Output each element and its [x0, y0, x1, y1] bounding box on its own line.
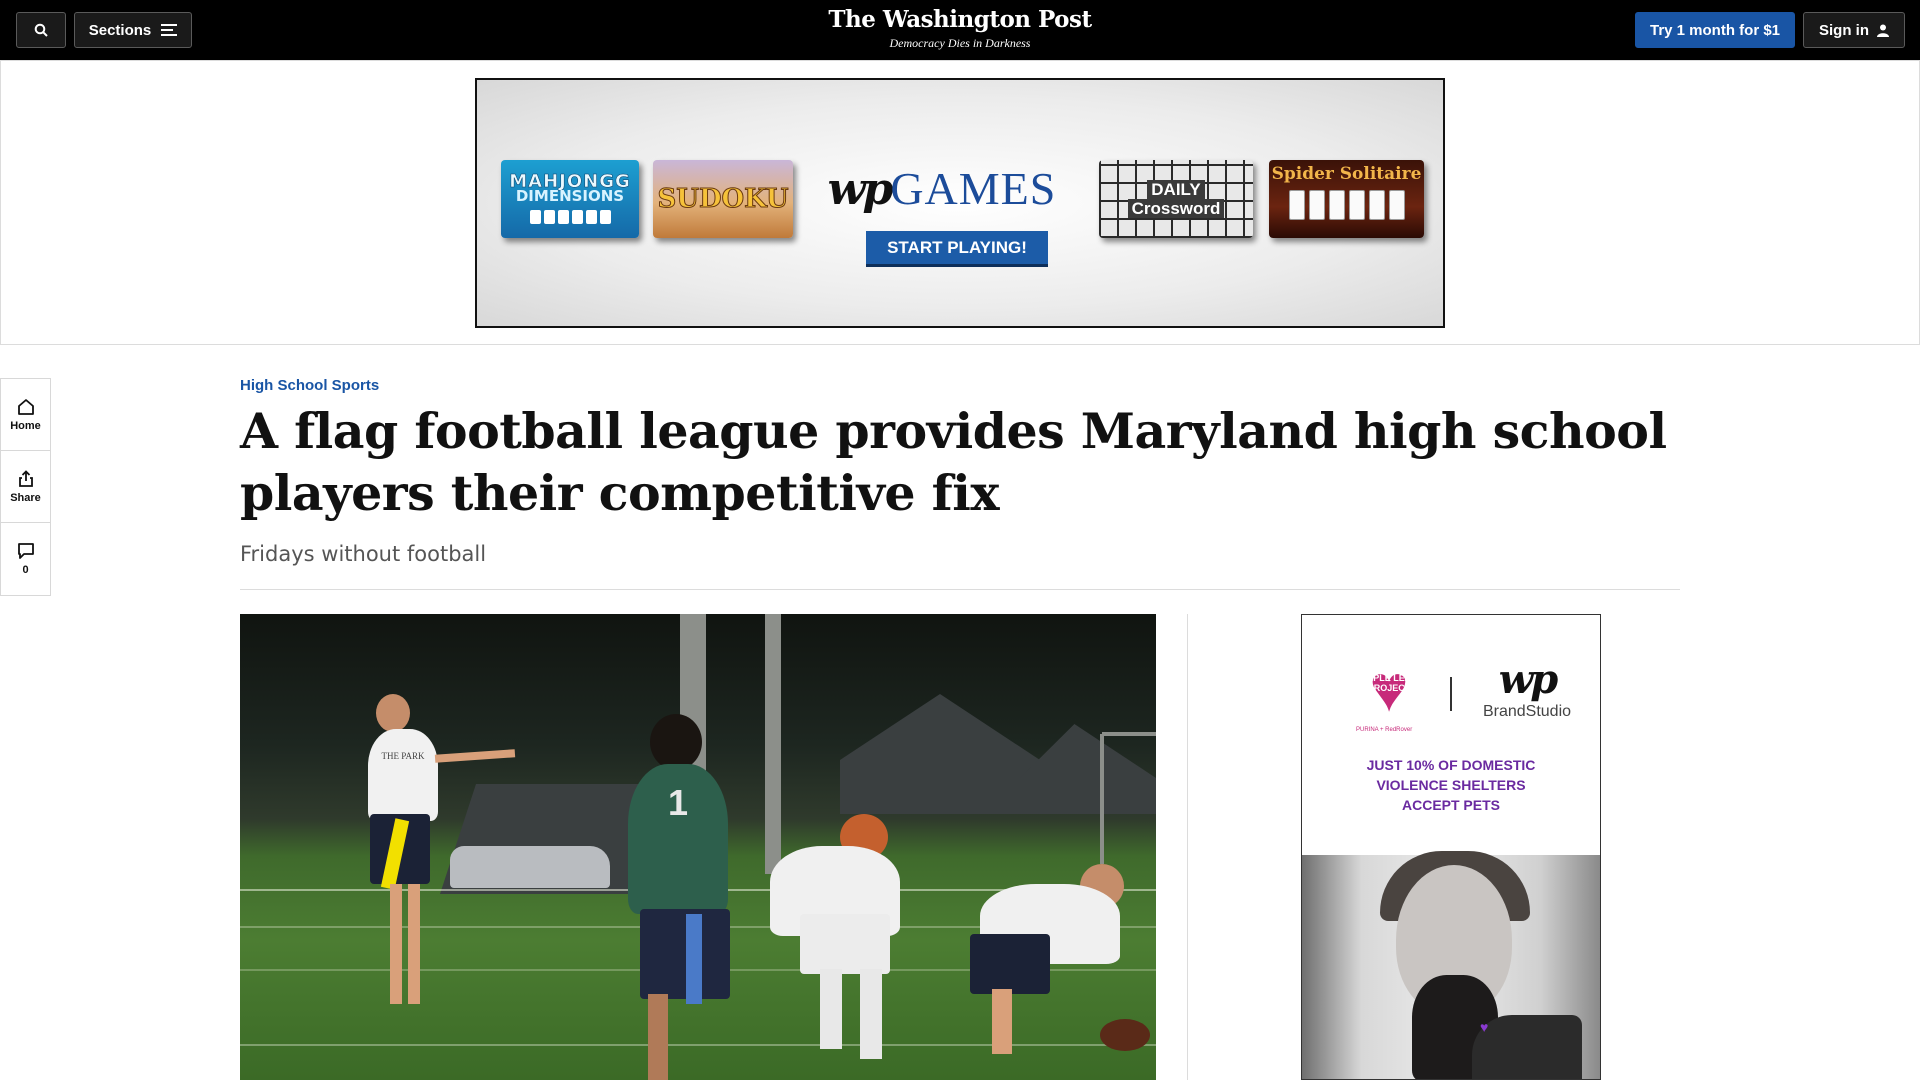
article-subheadline: Fridays without football — [240, 542, 487, 566]
photo-arm — [1472, 1015, 1582, 1079]
spider-solitaire-tile[interactable]: Spider Solitaire — [1269, 160, 1424, 238]
purple-leash-label: PURPLE LEASH PROJECT — [1354, 673, 1424, 693]
search-icon — [34, 23, 48, 37]
message-line-2: VIOLENCE SHELTERS — [1376, 777, 1526, 793]
sudoku-title: SUDOKU — [657, 184, 789, 215]
sections-button[interactable]: Sections — [74, 12, 192, 48]
top-nav-bar: Sections The Washington Post Democracy D… — [0, 0, 1920, 60]
jersey-number: 1 — [667, 782, 689, 823]
side-ad-header — [1302, 615, 1600, 855]
subscribe-button[interactable]: Try 1 month for $1 — [1635, 12, 1795, 48]
games-wordmark: GAMES — [890, 163, 1057, 214]
home-button[interactable]: Home — [1, 379, 50, 451]
sign-in-button[interactable]: Sign in — [1803, 12, 1905, 48]
brandstudio-wordmark: BrandStudio — [1482, 703, 1572, 720]
spider-solitaire-title: Spider Solitaire — [1271, 164, 1422, 184]
article-headline: A flag football league provides Maryland… — [240, 402, 1667, 522]
sponsor-logos: PURINA + RedRover — [1356, 727, 1413, 733]
shirt-text: THE PARK — [381, 751, 425, 761]
share-icon — [18, 469, 33, 487]
message-line-1: JUST 10% OF DOMESTIC — [1366, 757, 1536, 773]
home-icon — [17, 398, 34, 415]
purple-leash-logo: ♥ PURPLE LEASH PROJECT — [1354, 655, 1424, 735]
sign-in-label: Sign in — [1819, 21, 1869, 39]
wp-games-logo: wpGAMES — [827, 162, 1057, 215]
crossword-title-line1: DAILY — [1147, 180, 1205, 199]
comments-count: 0 — [22, 564, 29, 576]
games-banner-ad[interactable]: MAHJONGG DIMENSIONS SUDOKU wpGAMES START… — [475, 78, 1445, 328]
start-playing-button[interactable]: START PLAYING! — [866, 231, 1048, 264]
lead-photo[interactable]: THE PARK 1 — [240, 614, 1156, 1080]
masthead-title: The Washington Post — [828, 6, 1092, 33]
header-divider — [240, 589, 1680, 590]
section-kicker-link[interactable]: High School Sports — [240, 377, 379, 394]
wp-logo-mark: wp — [827, 164, 894, 215]
column-divider — [1187, 614, 1188, 1080]
subscribe-label: Try 1 month for $1 — [1649, 21, 1781, 39]
sudoku-tile[interactable]: SUDOKU — [653, 160, 793, 238]
mahjongg-tile[interactable]: MAHJONGG DIMENSIONS — [501, 160, 639, 238]
masthead-tagline: Democracy Dies in Darkness — [889, 36, 1031, 50]
mahjongg-tiles-graphic — [529, 210, 611, 224]
jersey: 1 — [628, 764, 728, 914]
brandstudio-side-ad[interactable]: ♥ PURPLE LEASH PROJECT wp BrandStudio PU… — [1301, 614, 1601, 1080]
shirt-print: THE PARK — [368, 729, 438, 821]
share-label: Share — [10, 491, 41, 504]
masthead-logo[interactable]: The Washington Post Democracy Dies in Da… — [760, 6, 1160, 51]
small-heart-icon: ♥ — [1480, 1019, 1489, 1035]
menu-icon — [161, 24, 178, 36]
crossword-tile[interactable]: DAILY Crossword — [1099, 160, 1253, 238]
cards-graphic — [1288, 190, 1405, 220]
search-button[interactable] — [16, 12, 66, 48]
side-ad-message: JUST 10% OF DOMESTIC VIOLENCE SHELTERS A… — [1302, 755, 1600, 815]
sections-label: Sections — [88, 21, 152, 39]
mahjongg-subtitle: DIMENSIONS — [515, 187, 625, 205]
crossword-title-line2: Crossword — [1127, 199, 1225, 218]
user-icon — [1877, 24, 1889, 37]
logo-separator — [1450, 677, 1452, 711]
share-button[interactable]: Share — [1, 451, 50, 523]
comment-icon — [17, 543, 34, 559]
comments-button[interactable]: 0 — [1, 523, 50, 595]
wp-logo-mark: wp — [1498, 656, 1558, 703]
home-label: Home — [10, 419, 41, 432]
message-line-3: ACCEPT PETS — [1401, 797, 1500, 813]
wp-brandstudio-logo: wp BrandStudio — [1462, 657, 1592, 721]
article-action-rail: Home Share 0 — [0, 378, 51, 596]
